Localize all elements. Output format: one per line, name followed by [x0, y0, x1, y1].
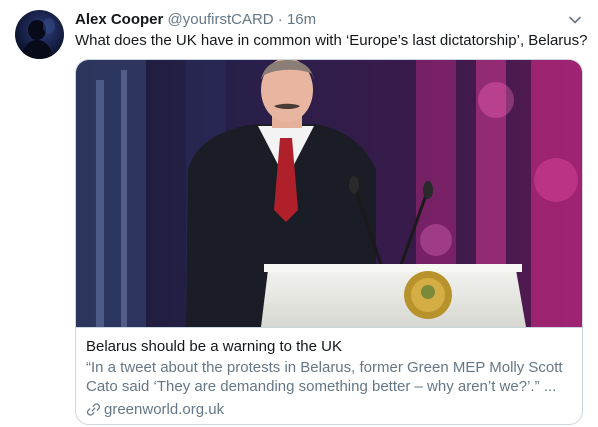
- separator-dot: ·: [277, 11, 283, 28]
- card-description: “In a tweet about the protests in Belaru…: [86, 359, 563, 395]
- card-title: Belarus should be a warning to the UK: [86, 338, 342, 355]
- author-name[interactable]: Alex Cooper: [75, 11, 163, 28]
- tweet-text: What does the UK have in common with ‘Eu…: [75, 32, 588, 49]
- author-handle[interactable]: @youfirstCARD: [168, 11, 274, 28]
- tweet-header: Alex Cooper @youfirstCARD · 16m: [75, 10, 316, 29]
- card-photo: [76, 60, 582, 327]
- avatar[interactable]: [15, 10, 64, 59]
- chevron-down-icon[interactable]: [568, 13, 582, 27]
- card-image[interactable]: [76, 60, 582, 327]
- tweet-timestamp[interactable]: 16m: [287, 11, 316, 28]
- card-domain: greenworld.org.uk: [86, 400, 572, 419]
- card-domain-text: greenworld.org.uk: [104, 401, 225, 418]
- card-body[interactable]: Belarus should be a warning to the UK “I…: [76, 327, 582, 424]
- tweet[interactable]: Alex Cooper @youfirstCARD · 16m What doe…: [0, 0, 598, 427]
- avatar-silhouette: [21, 18, 55, 59]
- link-card[interactable]: Belarus should be a warning to the UK “I…: [75, 59, 583, 425]
- link-icon: [86, 403, 101, 416]
